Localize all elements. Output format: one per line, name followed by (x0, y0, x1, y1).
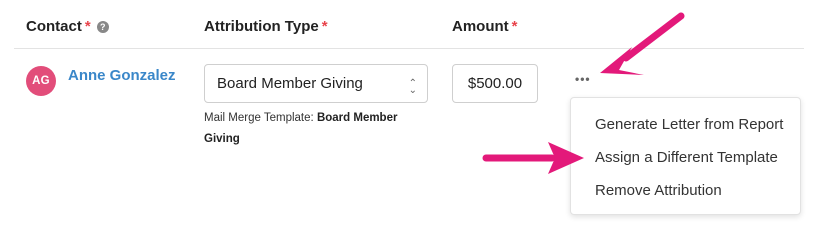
attribution-header-label: Attribution Type (204, 18, 319, 35)
required-asterisk: * (511, 18, 518, 35)
actions-menu: Generate Letter from Report Assign a Dif… (570, 97, 801, 215)
menu-item-assign-template[interactable]: Assign a Different Template (595, 149, 778, 166)
required-asterisk: * (84, 18, 91, 35)
menu-item-generate-letter[interactable]: Generate Letter from Report (595, 116, 783, 133)
contact-name-link[interactable]: Anne Gonzalez (68, 67, 176, 84)
more-options-icon[interactable]: ••• (575, 73, 591, 85)
mail-merge-template-note: Mail Merge Template: Board Member Giving (204, 108, 414, 150)
menu-item-remove-attribution[interactable]: Remove Attribution (595, 182, 722, 199)
required-asterisk: * (321, 18, 328, 35)
contact-header-label: Contact (26, 18, 82, 35)
template-prefix: Mail Merge Template: (204, 112, 314, 124)
chevron-down-icon: ⌄ (408, 85, 417, 96)
annotation-arrow-top (600, 12, 685, 75)
avatar: AG (26, 66, 56, 96)
column-header-amount: Amount * (452, 18, 518, 35)
amount-header-label: Amount (452, 18, 509, 35)
attribution-type-select[interactable]: Board Member Giving ⌃ ⌄ (204, 64, 428, 103)
amount-input[interactable]: $500.00 (452, 64, 538, 103)
header-divider (14, 48, 804, 49)
column-header-attribution-type: Attribution Type * (204, 18, 328, 35)
attribution-type-value: Board Member Giving (217, 75, 363, 92)
help-icon[interactable]: ? (96, 21, 109, 33)
column-header-contact: Contact *? (26, 18, 109, 35)
